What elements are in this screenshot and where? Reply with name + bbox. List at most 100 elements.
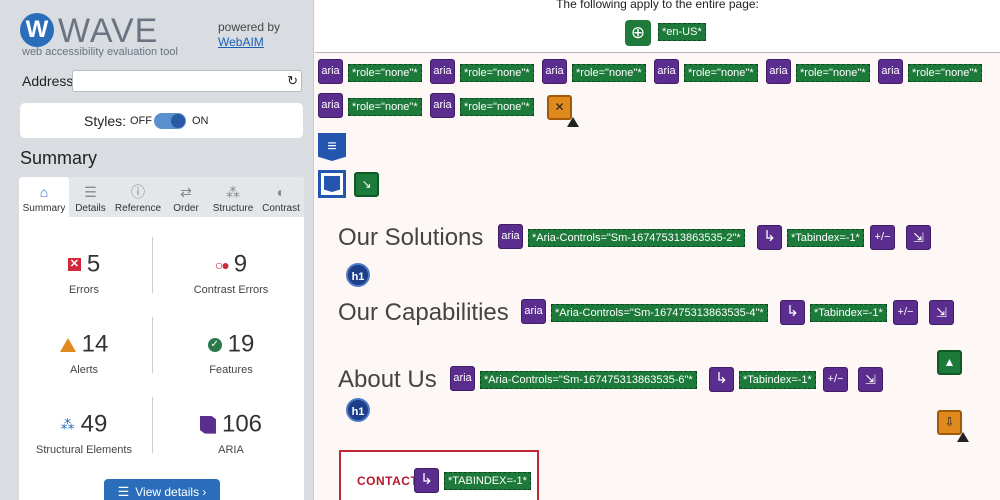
tabindex-icon[interactable]: ↳ (709, 367, 734, 392)
aria-icon[interactable]: aria (430, 93, 455, 118)
view-details-button[interactable]: ☰ View details › (104, 479, 220, 500)
tabindex-icon[interactable]: ↳ (757, 225, 782, 250)
tab-label: Order (173, 203, 199, 214)
aria-icon[interactable]: aria (521, 299, 546, 324)
wave-logo: W WAVE web accessibility evaluation tool… (16, 10, 306, 60)
address-bar: Address: ↻ (20, 70, 304, 92)
tabindex-tag[interactable]: *Tabindex=-1* (810, 304, 887, 322)
tab-structure[interactable]: ⁂ Structure (208, 177, 258, 217)
language-tag[interactable]: *en-US* (658, 23, 706, 41)
stat-divider (152, 397, 153, 453)
image-feature-icon[interactable]: ▲ (937, 350, 962, 375)
aria-icon (199, 415, 216, 434)
role-none-tag[interactable]: *role="none"* (460, 98, 534, 116)
aria-icon[interactable]: aria (318, 59, 343, 84)
contrast-errors-label: Contrast Errors (193, 284, 269, 296)
aria-icon[interactable]: aria (498, 224, 523, 249)
aria-icon[interactable]: aria (878, 59, 903, 84)
tabindex-tag[interactable]: *Tabindex=-1* (787, 229, 864, 247)
styles-toggle[interactable] (154, 113, 186, 129)
language-globe-icon[interactable]: ⊕ (625, 20, 651, 46)
region-structure-icon[interactable] (318, 170, 346, 198)
role-none-tag[interactable]: *role="none"* (796, 64, 870, 82)
stat-aria[interactable]: 106 ARIA (166, 410, 296, 456)
aria-controls-tag[interactable]: *Aria-Controls="Sm-167475313863535-4"* (551, 304, 768, 322)
popup-icon[interactable]: ⇲ (858, 367, 883, 392)
excel-link-icon[interactable]: ↘ (354, 172, 379, 197)
role-none-tag[interactable]: *role="none"* (908, 64, 982, 82)
aria-icon[interactable]: aria (450, 366, 475, 391)
heading-our-solutions: Our Solutions (338, 224, 484, 251)
contact-link[interactable]: CONTACT (357, 474, 418, 488)
styles-toggle-box: Styles: OFF ON (20, 103, 303, 138)
expand-collapse-icon[interactable]: +/− (870, 225, 895, 250)
stat-errors[interactable]: ✕ 5 Errors (19, 250, 149, 296)
broken-image-alert-icon[interactable]: ✕ (547, 95, 579, 127)
tabindex-icon[interactable]: ↳ (414, 468, 439, 493)
aria-icon[interactable]: aria (430, 59, 455, 84)
h1-icon[interactable]: h1 (346, 263, 370, 287)
role-none-tag[interactable]: *role="none"* (348, 64, 422, 82)
view-details-label: View details › (135, 485, 207, 499)
list-icon: ☰ (84, 184, 97, 200)
tab-label: Summary (22, 203, 66, 214)
info-icon: ⓘ (131, 184, 145, 200)
role-none-tag[interactable]: *role="none"* (348, 98, 422, 116)
role-none-tag[interactable]: *role="none"* (460, 64, 534, 82)
webaim-link[interactable]: WebAIM (218, 35, 264, 49)
tabindex-tag[interactable]: *TABINDEX=-1* (444, 472, 531, 490)
expand-collapse-icon[interactable]: +/− (893, 300, 918, 325)
stat-contrast-errors[interactable]: ○● 9 Contrast Errors (166, 250, 296, 296)
role-none-tag[interactable]: *role="none"* (572, 64, 646, 82)
alerts-label: Alerts (69, 364, 99, 376)
popup-icon[interactable]: ⇲ (929, 300, 954, 325)
contrast-errors-count: 9 (233, 250, 248, 278)
page-wide-box: The following apply to the entire page: … (315, 0, 1000, 53)
errors-count: 5 (86, 250, 101, 278)
stat-divider (152, 317, 153, 373)
tab-reference[interactable]: ⓘ Reference (112, 177, 164, 217)
aria-icon[interactable]: aria (654, 59, 679, 84)
stat-features[interactable]: ✓ 19 Features (166, 330, 296, 376)
stat-structural[interactable]: ⁂ 49 Structural Elements (19, 410, 149, 456)
list-icon: ☰ (117, 484, 130, 499)
summary-panel: ⌂ Summary ☰ Details ⓘ Reference ⇄ Order … (19, 177, 304, 500)
h1-icon[interactable]: h1 (346, 398, 370, 422)
errors-label: Errors (69, 284, 99, 296)
tabindex-tag[interactable]: *Tabindex=-1* (739, 371, 816, 389)
list-structure-icon[interactable]: ≡ (318, 133, 346, 161)
tab-summary[interactable]: ⌂ Summary (19, 177, 69, 217)
tabindex-alert-icon[interactable]: ⇩ (937, 410, 969, 442)
refresh-icon[interactable]: ↻ (287, 73, 298, 89)
tab-label: Structure (212, 203, 254, 214)
error-icon: ✕ (67, 258, 81, 272)
tab-details[interactable]: ☰ Details (69, 177, 112, 217)
aria-controls-tag[interactable]: *Aria-Controls="Sm-167475313863535-2"* (528, 229, 745, 247)
heading-about-us: About Us (338, 366, 437, 393)
page-wide-text: The following apply to the entire page: (556, 0, 759, 11)
address-input[interactable] (72, 70, 302, 92)
popup-icon[interactable]: ⇲ (906, 225, 931, 250)
order-icon: ⇄ (180, 184, 192, 200)
styles-label: Styles: (84, 113, 127, 129)
expand-collapse-icon[interactable]: +/− (823, 367, 848, 392)
tab-contrast[interactable]: ◐ Contrast (258, 177, 304, 217)
features-count: 19 (227, 330, 255, 358)
structural-label: Structural Elements (36, 444, 132, 456)
wave-logo-icon: W (20, 13, 54, 47)
aria-controls-tag[interactable]: *Aria-Controls="Sm-167475313863535-6"* (480, 371, 697, 389)
aria-icon[interactable]: aria (318, 93, 343, 118)
wave-sidebar: W WAVE web accessibility evaluation tool… (0, 0, 314, 500)
aria-icon[interactable]: aria (766, 59, 791, 84)
warning-icon (957, 432, 969, 442)
contrast-error-icon: ○● (214, 256, 230, 273)
alerts-count: 14 (81, 330, 109, 358)
aria-icon[interactable]: aria (542, 59, 567, 84)
contrast-icon: ◐ (276, 184, 286, 200)
role-none-tag[interactable]: *role="none"* (684, 64, 758, 82)
stat-alerts[interactable]: 14 Alerts (19, 330, 149, 376)
tabindex-icon[interactable]: ↳ (780, 300, 805, 325)
structure-icon: ⁂ (60, 416, 75, 433)
styles-off-label: OFF (130, 115, 152, 127)
tab-order[interactable]: ⇄ Order (164, 177, 208, 217)
